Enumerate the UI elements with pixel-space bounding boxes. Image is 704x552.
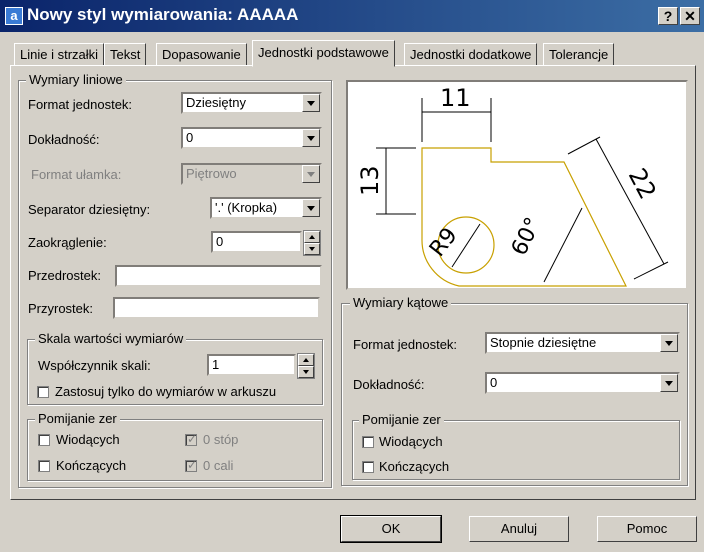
round-off-spinner[interactable]	[303, 230, 321, 256]
chevron-down-icon[interactable]	[302, 129, 320, 147]
unit-format-value: Dziesiętny	[186, 95, 246, 110]
angular-leading-zero-checkbox[interactable]	[362, 436, 374, 448]
dim-22: 22	[623, 164, 662, 204]
tab-alternate-units[interactable]: Jednostki dodatkowe	[404, 43, 538, 66]
leading-zero-label: Wiodących	[56, 432, 120, 447]
layout-only-checkbox[interactable]	[37, 386, 49, 398]
chevron-down-icon[interactable]	[660, 374, 678, 392]
close-button[interactable]: ✕	[680, 7, 700, 25]
linear-dimensions-label: Wymiary liniowe	[26, 72, 126, 87]
dim-11: 11	[440, 84, 471, 112]
zero-suppression-linear-label: Pomijanie zer	[35, 411, 120, 426]
angular-leading-zero-label: Wiodących	[379, 434, 443, 449]
trailing-zero-label: Kończących	[56, 458, 127, 473]
decimal-separator-select[interactable]: '.' (Kropka)	[210, 197, 322, 219]
zero-feet-checkbox[interactable]	[185, 432, 197, 446]
spin-up-icon[interactable]	[304, 231, 320, 243]
angular-unit-format-label: Format jednostek:	[353, 337, 458, 352]
chevron-down-icon[interactable]	[302, 165, 320, 183]
suffix-label: Przyrostek:	[28, 301, 94, 316]
unit-format-label: Format jednostek:	[28, 97, 133, 112]
angular-unit-format-value: Stopnie dziesiętne	[490, 335, 597, 350]
angular-dimensions-label: Wymiary kątowe	[350, 295, 452, 310]
angular-precision-label: Dokładność:	[353, 377, 425, 392]
zero-inches-label: 0 cali	[203, 458, 234, 473]
tab-fit[interactable]: Dopasowanie	[156, 43, 247, 66]
angular-precision-value: 0	[490, 375, 498, 390]
spin-down-icon[interactable]	[298, 366, 314, 378]
dimension-preview: 11 13 R9 60° 22	[346, 80, 688, 290]
angular-unit-format-select[interactable]: Stopnie dziesiętne	[485, 332, 680, 354]
suffix-input[interactable]	[113, 297, 320, 319]
decimal-separator-value: '.' (Kropka)	[215, 200, 278, 215]
cancel-button[interactable]: Anuluj	[469, 516, 569, 542]
zero-feet-label: 0 stóp	[203, 432, 239, 447]
prefix-input[interactable]	[115, 265, 322, 287]
spin-up-icon[interactable]	[298, 354, 314, 366]
scale-factor-spinner[interactable]	[297, 353, 315, 379]
decimal-separator-label: Separator dziesiętny:	[28, 202, 151, 217]
tab-text[interactable]: Tekst	[104, 43, 147, 66]
fraction-format-label: Format ułamka:	[31, 167, 122, 182]
autocad-icon: a	[5, 7, 23, 25]
window-title: Nowy styl wymiarowania: AAAAA	[27, 5, 299, 24]
chevron-down-icon[interactable]	[302, 94, 320, 112]
trailing-zero-checkbox[interactable]	[38, 460, 50, 472]
scale-factor-input[interactable]: 1	[207, 354, 296, 376]
unit-format-select[interactable]: Dziesiętny	[181, 92, 322, 114]
help-title-button[interactable]: ?	[658, 7, 678, 25]
tab-primary-units[interactable]: Jednostki podstawowe	[252, 40, 395, 67]
dim-13: 13	[356, 165, 384, 196]
tab-lines-arrows[interactable]: Linie i strzałki	[14, 43, 105, 66]
precision-select[interactable]: 0	[181, 127, 322, 149]
preview-drawing: 11 13 R9 60° 22	[356, 84, 669, 287]
prefix-label: Przedrostek:	[28, 268, 101, 283]
round-off-label: Zaokrąglenie:	[28, 235, 107, 250]
dim-r9: R9	[425, 223, 463, 261]
zero-inches-checkbox[interactable]	[185, 458, 197, 472]
round-off-input[interactable]: 0	[211, 231, 302, 253]
chevron-down-icon[interactable]	[302, 199, 320, 217]
zero-suppression-angular-label: Pomijanie zer	[359, 412, 444, 427]
layout-only-label: Zastosuj tylko do wymiarów w arkuszu	[55, 384, 277, 399]
fraction-format-select[interactable]: Piętrowo	[181, 163, 322, 185]
angular-trailing-zero-checkbox[interactable]	[362, 461, 374, 473]
help-button[interactable]: Pomoc	[597, 516, 697, 542]
scale-factor-label: Współczynnik skali:	[38, 358, 151, 373]
ok-button[interactable]: OK	[340, 515, 442, 543]
angular-precision-select[interactable]: 0	[485, 372, 680, 394]
angular-trailing-zero-label: Kończących	[379, 459, 450, 474]
spin-down-icon[interactable]	[304, 243, 320, 255]
precision-value: 0	[186, 130, 194, 145]
dim-60: 60°	[507, 214, 547, 260]
leading-zero-checkbox[interactable]	[38, 434, 50, 446]
scale-group-label: Skala wartości wymiarów	[35, 331, 187, 346]
tab-tolerances[interactable]: Tolerancje	[543, 43, 615, 66]
title-bar: a Nowy styl wymiarowania: AAAAA ? ✕	[0, 0, 704, 32]
chevron-down-icon[interactable]	[660, 334, 678, 352]
precision-label: Dokładność:	[28, 132, 100, 147]
fraction-format-value: Piętrowo	[186, 166, 237, 181]
